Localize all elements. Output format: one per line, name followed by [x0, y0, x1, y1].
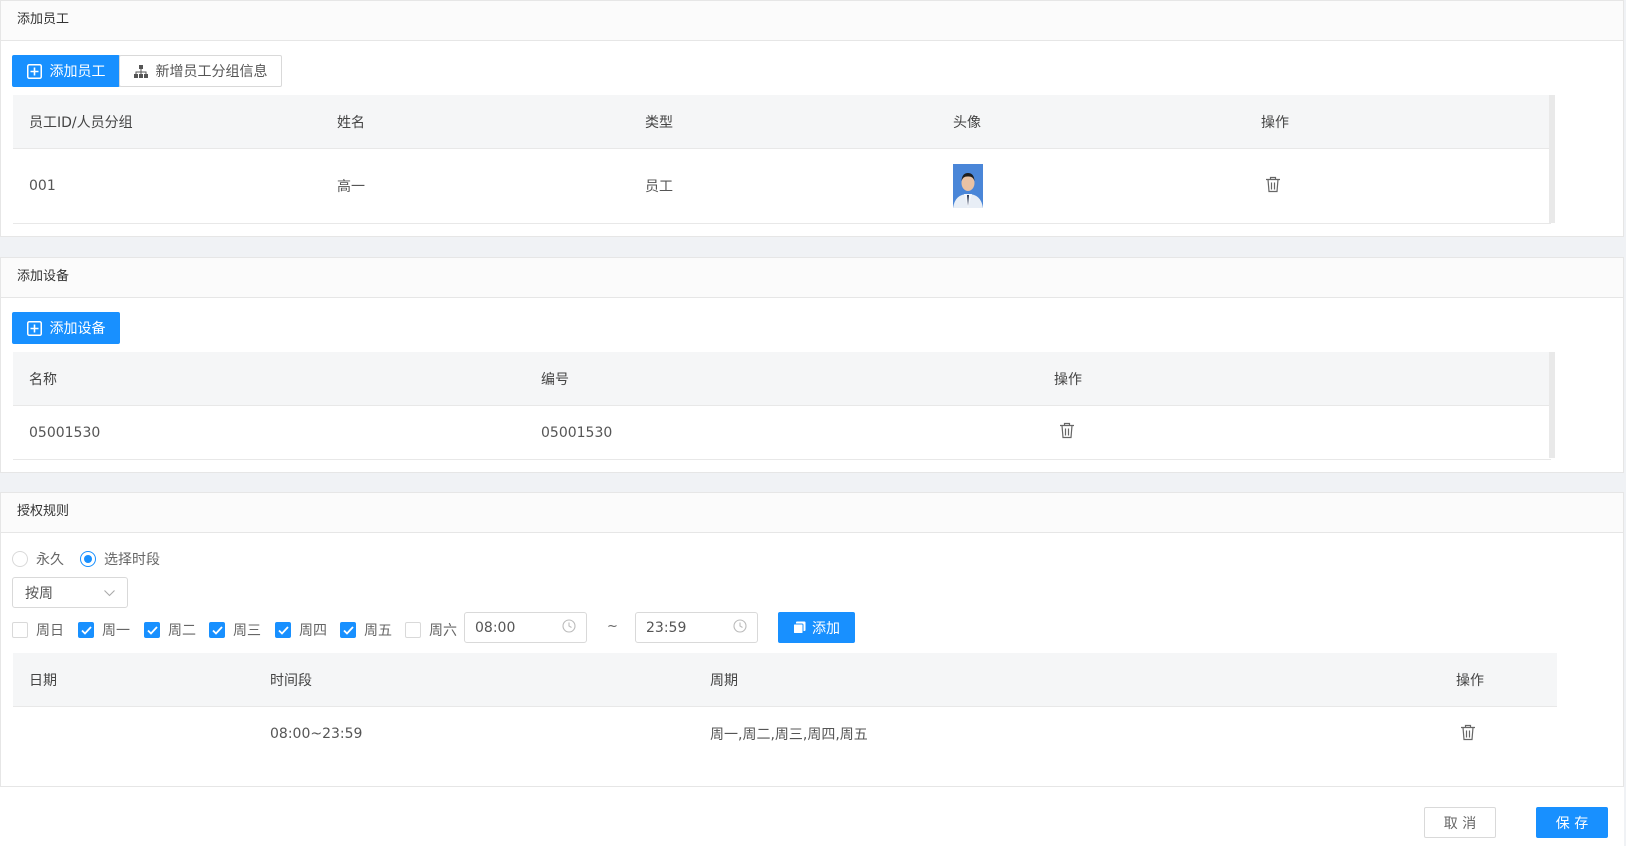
checkbox-label: 周四 — [299, 623, 327, 639]
table-row: 001 高一 员工 — [13, 149, 1551, 224]
column-header: 操作 — [1456, 672, 1484, 689]
employee-table: 员工ID/人员分组 姓名 类型 头像 操作 001 高一 员工 — [13, 95, 1551, 224]
rule-table: 日期 时间段 周期 操作 08:00~23:59 周一,周二,周三,周四,周五 — [13, 653, 1557, 761]
add-group-button[interactable]: 新增员工分组信息 — [119, 55, 282, 87]
rule-time-range: 08:00~23:59 — [270, 726, 363, 742]
actions-cell — [1440, 724, 1557, 745]
add-device-button[interactable]: 添加设备 — [12, 312, 120, 344]
column-header: 员工ID/人员分组 — [29, 114, 133, 131]
column-header: 操作 — [1054, 371, 1082, 388]
rule-table-header: 日期 时间段 周期 操作 — [13, 653, 1557, 707]
org-chart-icon — [133, 64, 148, 78]
add-rule-label: 添加 — [812, 620, 840, 637]
add-rule-button[interactable]: 添加 — [778, 612, 855, 643]
device-table-header: 名称 编号 操作 — [13, 352, 1551, 406]
add-employee-button[interactable]: 添加员工 — [12, 55, 120, 87]
table-row: 05001530 05001530 — [13, 406, 1551, 460]
employee-name: 高一 — [337, 179, 365, 195]
radio-permanent-circle — [12, 551, 28, 567]
radio-permanent[interactable]: 永久 — [12, 549, 64, 569]
radio-select-period-circle — [80, 551, 96, 567]
column-header: 姓名 — [337, 114, 365, 131]
period-type-value: 按周 — [25, 585, 53, 602]
column-header: 编号 — [541, 371, 569, 388]
checkbox-box — [275, 622, 291, 638]
checkbox-label: 周五 — [364, 623, 392, 639]
column-header: 类型 — [645, 114, 673, 131]
checkbox-box — [144, 622, 160, 638]
table-row: 08:00~23:59 周一,周二,周三,周四,周五 — [13, 707, 1557, 761]
trash-icon[interactable] — [1460, 724, 1476, 741]
radio-select-period-label: 选择时段 — [104, 552, 160, 568]
period-type-select[interactable]: 按周 — [12, 577, 128, 608]
employee-type: 员工 — [645, 179, 673, 195]
rule-panel-title: 授权规则 — [1, 493, 1623, 533]
column-header: 周期 — [710, 672, 738, 689]
device-table: 名称 编号 操作 05001530 05001530 — [13, 352, 1551, 460]
checkbox-friday[interactable]: 周五 — [340, 620, 392, 640]
column-header: 时间段 — [270, 672, 312, 689]
checkbox-box — [209, 622, 225, 638]
copy-icon — [793, 621, 806, 634]
checkbox-sunday[interactable]: 周日 — [12, 620, 64, 640]
clock-icon — [733, 618, 747, 637]
radio-select-period[interactable]: 选择时段 — [80, 549, 160, 569]
checkbox-tuesday[interactable]: 周二 — [144, 620, 196, 640]
cancel-button[interactable]: 取 消 — [1424, 807, 1496, 838]
checkbox-thursday[interactable]: 周四 — [275, 620, 327, 640]
plus-square-icon — [26, 320, 42, 336]
validity-radio-group: 永久 选择时段 — [12, 549, 176, 569]
employee-id: 001 — [29, 178, 56, 194]
checkbox-box — [78, 622, 94, 638]
device-table-scrollbar[interactable] — [1549, 352, 1555, 458]
checkbox-monday[interactable]: 周一 — [78, 620, 130, 640]
save-button[interactable]: 保 存 — [1536, 807, 1608, 838]
checkbox-label: 周六 — [429, 623, 457, 639]
avatar-cell — [937, 164, 1245, 208]
trash-icon[interactable] — [1265, 176, 1281, 193]
time-range-separator: ~ — [607, 619, 618, 634]
save-label: 保 存 — [1555, 815, 1589, 832]
column-header: 日期 — [29, 672, 57, 689]
employee-panel-title: 添加员工 — [1, 1, 1623, 41]
clock-icon — [562, 618, 576, 637]
checkbox-label: 周三 — [233, 623, 261, 639]
add-employee-label: 添加员工 — [49, 64, 106, 80]
trash-icon[interactable] — [1059, 422, 1075, 439]
radio-permanent-label: 永久 — [36, 552, 64, 568]
rule-panel: 授权规则 永久 选择时段 按周 周日 周一 周二 周三 周四 周五 周六 08:… — [0, 492, 1624, 786]
checkbox-label: 周二 — [168, 623, 196, 639]
actions-cell — [1245, 176, 1551, 197]
checkbox-box — [12, 622, 28, 638]
add-group-label: 新增员工分组信息 — [155, 64, 268, 80]
cancel-label: 取 消 — [1443, 815, 1477, 832]
device-name: 05001530 — [29, 424, 101, 441]
add-device-label: 添加设备 — [49, 321, 106, 337]
column-header: 头像 — [953, 114, 981, 131]
dialog-footer: 取 消 保 存 — [0, 786, 1624, 846]
device-panel-title: 添加设备 — [1, 258, 1623, 298]
end-time-value: 23:59 — [646, 619, 687, 636]
actions-cell — [1038, 422, 1551, 443]
avatar — [953, 164, 983, 208]
plus-square-icon — [26, 63, 42, 79]
column-header: 名称 — [29, 371, 57, 388]
checkbox-wednesday[interactable]: 周三 — [209, 620, 261, 640]
rule-cycle: 周一,周二,周三,周四,周五 — [710, 727, 868, 743]
chevron-down-icon — [104, 585, 115, 601]
column-header: 操作 — [1261, 114, 1289, 131]
checkbox-label: 周日 — [36, 623, 64, 639]
checkbox-box — [405, 622, 421, 638]
checkbox-saturday[interactable]: 周六 — [405, 620, 457, 640]
device-panel: 添加设备 添加设备 名称 编号 操作 05001530 05001530 — [0, 257, 1624, 473]
checkbox-box — [340, 622, 356, 638]
start-time-value: 08:00 — [475, 619, 516, 636]
employee-table-scrollbar[interactable] — [1549, 95, 1555, 223]
end-time-input[interactable]: 23:59 — [635, 612, 758, 643]
device-code: 05001530 — [541, 424, 613, 441]
employee-panel: 添加员工 添加员工 新增员工分组信息 员工ID/人员分组 姓名 类型 头像 操作… — [0, 0, 1624, 237]
checkbox-label: 周一 — [102, 623, 130, 639]
employee-table-header: 员工ID/人员分组 姓名 类型 头像 操作 — [13, 95, 1551, 149]
start-time-input[interactable]: 08:00 — [464, 612, 587, 643]
